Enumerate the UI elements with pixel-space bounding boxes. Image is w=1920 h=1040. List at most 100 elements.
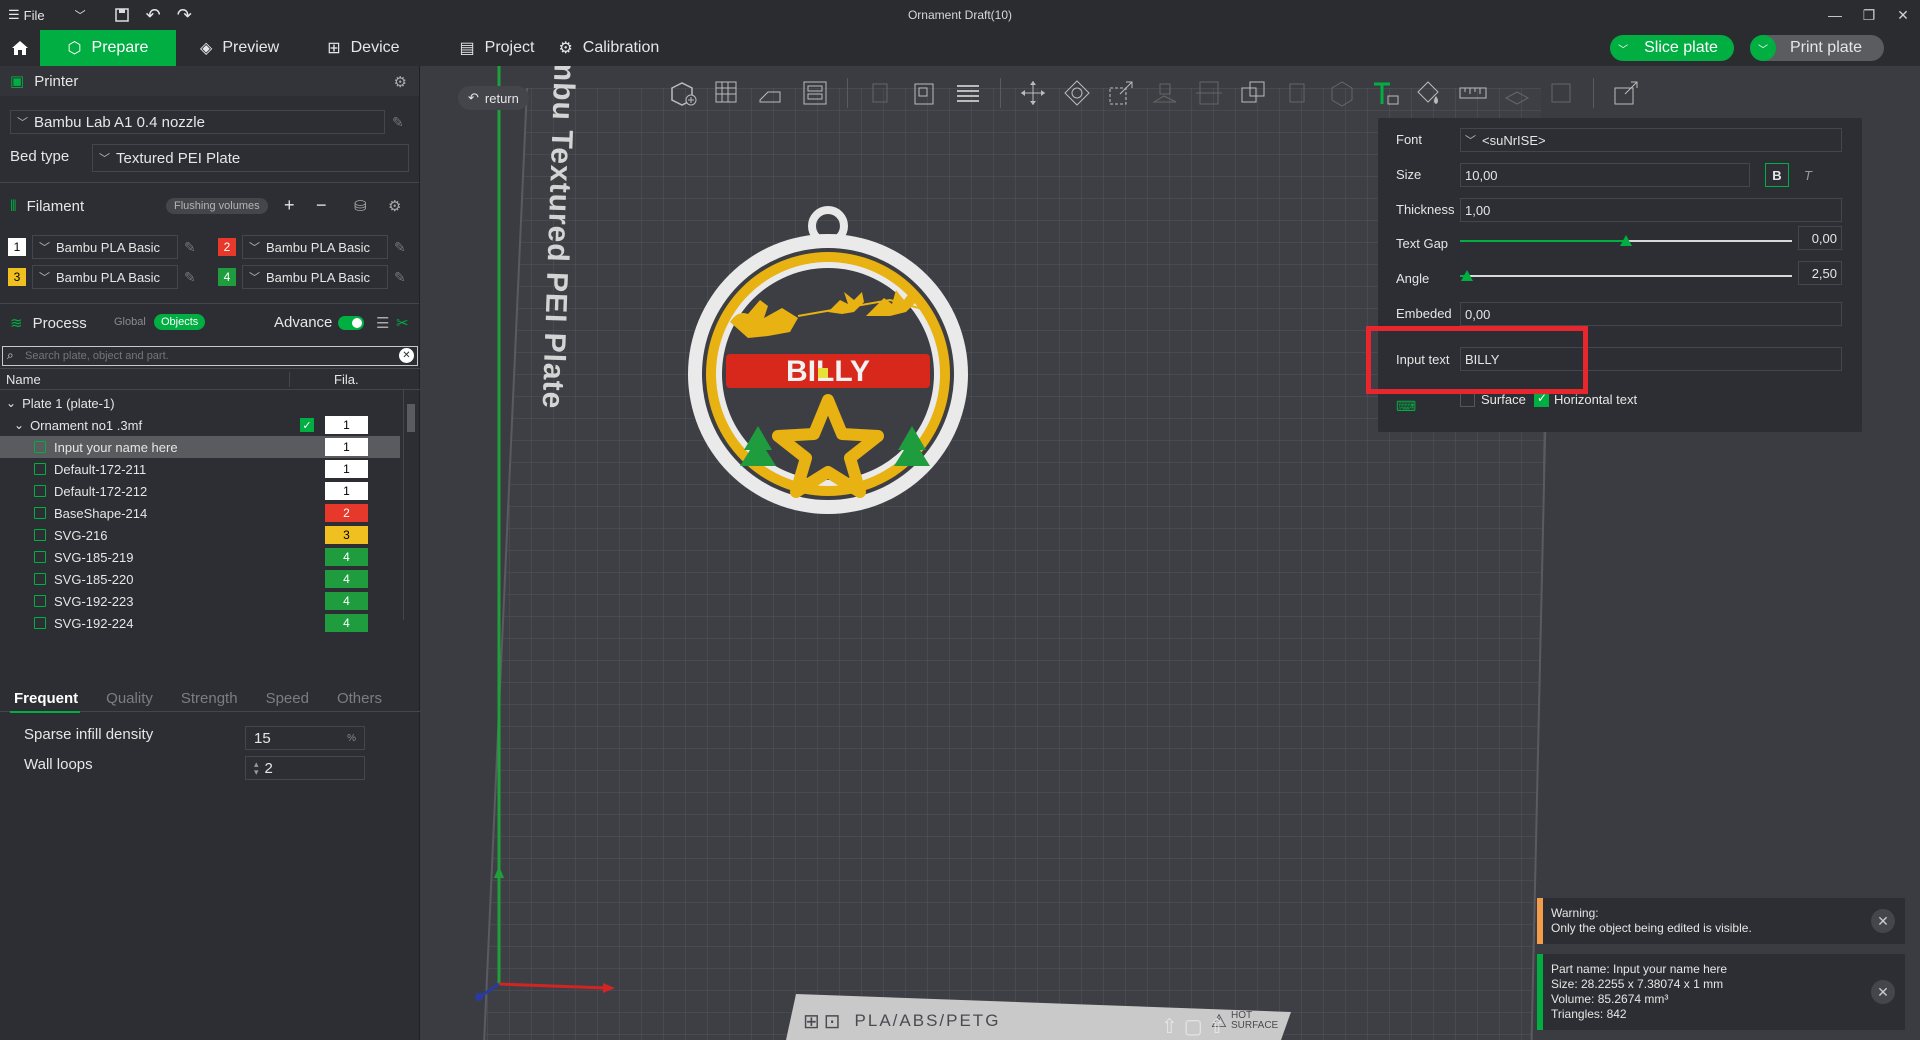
filament-slot-3[interactable]: 3 ﹀ Bambu PLA Basic ✎ — [8, 265, 196, 289]
sparse-infill-input[interactable]: 15 % — [245, 726, 365, 750]
printer-select[interactable]: ﹀ Bambu Lab A1 0.4 nozzle — [10, 110, 385, 134]
horizontal-text-checkbox[interactable]: ✓ — [1534, 391, 1549, 407]
arrange-icon[interactable] — [797, 75, 833, 111]
bold-button[interactable]: B — [1765, 163, 1789, 187]
filament-cell[interactable]: 1 — [325, 416, 368, 434]
tree-part-row[interactable]: Input your name here 1 — [0, 436, 400, 458]
edit-icon[interactable]: ✎ — [394, 269, 406, 286]
home-button[interactable] — [0, 30, 40, 66]
rotate-icon[interactable] — [1059, 75, 1095, 111]
flushing-volumes-button[interactable]: Flushing volumes — [166, 198, 268, 214]
redo-button[interactable]: ↷ — [169, 0, 200, 30]
tree-part-row[interactable]: SVG-192-223 4 — [0, 590, 400, 612]
tree-part-row[interactable]: SVG-185-220 4 — [0, 568, 400, 590]
lay-on-face-icon[interactable] — [1147, 75, 1183, 111]
filament-cell[interactable]: 1 — [325, 438, 368, 456]
italic-button[interactable]: T — [1796, 163, 1820, 187]
plate-down-icon[interactable]: ⇧ — [1209, 1014, 1226, 1039]
tab-quality[interactable]: Quality — [92, 690, 167, 711]
text-gap-input[interactable]: 0,00 — [1798, 226, 1842, 250]
edit-icon[interactable]: ✎ — [184, 239, 196, 256]
filament-select[interactable]: ﹀ Bambu PLA Basic — [242, 265, 388, 289]
slice-plate-button[interactable]: ﹀ Slice plate — [1610, 35, 1734, 61]
remove-filament-icon[interactable]: − — [316, 195, 327, 216]
filament-cell[interactable]: 4 — [325, 614, 368, 632]
filament-cell[interactable]: 4 — [325, 592, 368, 610]
add-plate-icon[interactable] — [709, 75, 745, 111]
tree-part-row[interactable]: Default-172-211 1 — [0, 458, 400, 480]
close-warning-button[interactable]: ✕ — [1871, 909, 1895, 933]
close-window-button[interactable]: ✕ — [1886, 0, 1920, 30]
minimize-button[interactable]: — — [1818, 0, 1852, 30]
plate-lock-icon[interactable]: ▢ — [1184, 1014, 1203, 1039]
restore-button[interactable]: ❐ — [1852, 0, 1886, 30]
sync-icon[interactable]: ⛁ — [354, 197, 367, 215]
measure-icon[interactable] — [1455, 75, 1491, 111]
tab-frequent[interactable]: Frequent — [0, 690, 92, 711]
tab-prepare[interactable]: ⬡ Prepare — [40, 30, 176, 66]
move-icon[interactable] — [1015, 75, 1051, 111]
fit-view-icon[interactable] — [1543, 75, 1579, 111]
filament-cell[interactable]: 3 — [325, 526, 368, 544]
print-plate-button[interactable]: ﹀ Print plate — [1749, 35, 1884, 61]
boolean-icon[interactable] — [1235, 75, 1271, 111]
tree-part-row[interactable]: SVG-216 3 — [0, 524, 400, 546]
filament-slot-1[interactable]: 1 ﹀ Bambu PLA Basic ✎ — [8, 235, 196, 259]
undo-button[interactable]: ↶ — [138, 0, 169, 30]
split-parts-icon[interactable] — [906, 75, 942, 111]
stepper-arrows-icon[interactable]: ▴ ▾ — [254, 760, 259, 777]
edit-icon[interactable]: ✎ — [392, 114, 404, 131]
tab-device[interactable]: ⊞ Device — [303, 30, 423, 66]
text-gap-slider[interactable] — [1460, 231, 1792, 251]
tab-preview[interactable]: ◈ Preview — [176, 30, 303, 66]
chevron-down-icon[interactable]: ⌄ — [6, 396, 16, 410]
close-part-info-button[interactable]: ✕ — [1871, 980, 1895, 1004]
tree-scrollbar[interactable] — [403, 390, 417, 620]
filament-cell[interactable]: 1 — [325, 460, 368, 478]
slider-thumb[interactable] — [1620, 235, 1632, 246]
tree-part-row[interactable]: SVG-192-224 4 — [0, 612, 400, 634]
return-button[interactable]: ↶ return — [458, 86, 529, 110]
filament-select[interactable]: ﹀ Bambu PLA Basic — [32, 235, 178, 259]
add-object-icon[interactable] — [665, 75, 701, 111]
plate-up-icon[interactable]: ⇧ — [1161, 1014, 1178, 1039]
font-select[interactable]: ﹀ <suNrISE> — [1460, 128, 1842, 152]
chevron-down-icon[interactable]: ﹀ — [1749, 35, 1776, 61]
slider-thumb[interactable] — [1460, 270, 1473, 281]
advance-toggle[interactable] — [338, 316, 364, 330]
scissors-icon[interactable]: ✂ — [396, 314, 409, 332]
search-input[interactable] — [25, 348, 395, 364]
process-global-toggle[interactable]: Global — [114, 316, 146, 328]
seam-paint-icon[interactable] — [1323, 75, 1359, 111]
wall-loops-stepper[interactable]: ▴ ▾ 2 — [245, 756, 365, 780]
tab-others[interactable]: Others — [323, 690, 396, 711]
filament-cell[interactable]: 2 — [325, 504, 368, 522]
text-tool-icon[interactable] — [1367, 75, 1403, 111]
tree-part-row[interactable]: Default-172-212 1 — [0, 480, 400, 502]
filament-slot-4[interactable]: 4 ﹀ Bambu PLA Basic ✎ — [218, 265, 406, 289]
scrollbar-thumb[interactable] — [407, 404, 415, 432]
thickness-input[interactable]: 1,00 — [1460, 198, 1842, 222]
filament-slot-2[interactable]: 2 ﹀ Bambu PLA Basic ✎ — [218, 235, 406, 259]
color-paint-icon[interactable] — [1411, 75, 1447, 111]
chevron-down-icon[interactable]: ﹀ — [75, 7, 86, 23]
angle-input[interactable]: 2,50 — [1798, 261, 1842, 285]
export-icon[interactable] — [1608, 75, 1644, 111]
process-objects-toggle[interactable]: Objects — [154, 314, 206, 330]
tab-project[interactable]: ▤ Project — [436, 30, 559, 66]
keyboard-icon[interactable]: ⌨ — [1396, 398, 1416, 415]
ornament-model[interactable]: BILLY — [678, 204, 978, 534]
embeded-input[interactable]: 0,00 — [1460, 302, 1842, 326]
clear-search-icon[interactable]: ✕ — [399, 348, 414, 363]
layers-menu-icon[interactable] — [950, 75, 986, 111]
save-button[interactable] — [106, 0, 138, 30]
tree-plate-row[interactable]: ⌄ Plate 1 (plate-1) — [0, 392, 400, 414]
gear-icon[interactable]: ⚙ — [394, 73, 407, 91]
chevron-down-icon[interactable]: ﹀ — [1610, 35, 1636, 61]
filament-cell[interactable]: 4 — [325, 548, 368, 566]
tree-part-row[interactable]: BaseShape-214 2 — [0, 502, 400, 524]
search-box[interactable]: ⌕ ✕ — [2, 346, 418, 366]
chevron-down-icon[interactable]: ⌄ — [14, 418, 24, 432]
file-menu[interactable]: ☰ File ﹀ — [0, 0, 94, 30]
gear-icon[interactable]: ⚙ — [388, 197, 401, 215]
